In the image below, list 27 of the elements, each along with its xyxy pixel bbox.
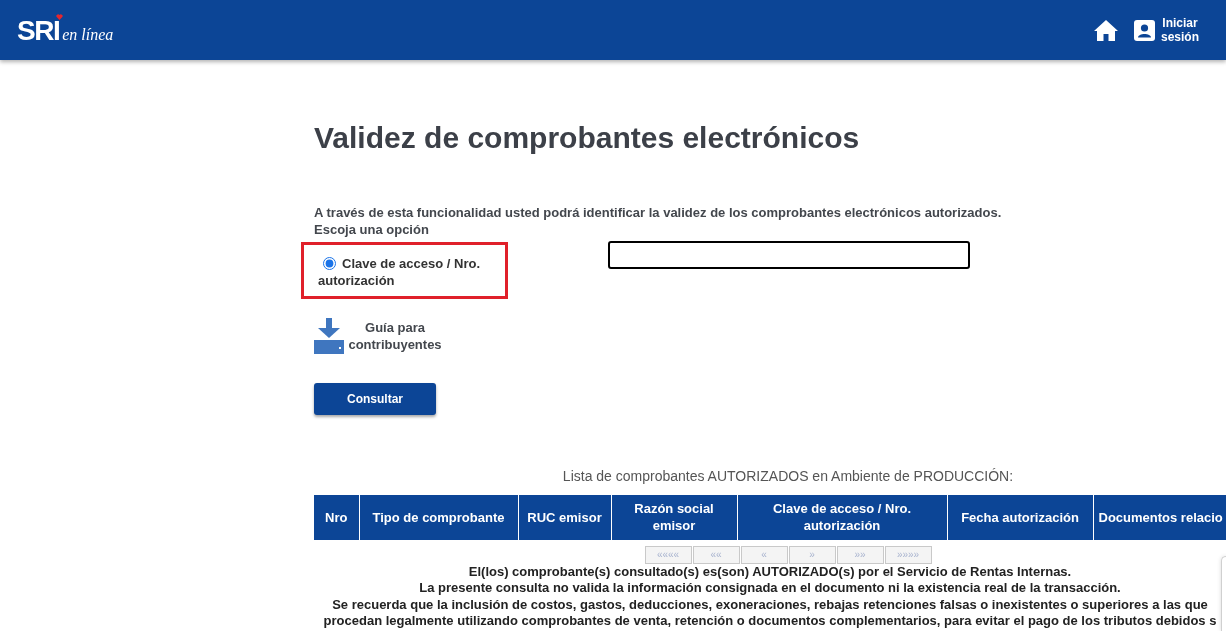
radio-option[interactable]: Clave de acceso / Nro. autorización (318, 255, 488, 289)
column-header: RUC emisor (518, 494, 611, 540)
submit-button[interactable]: Consultar (314, 382, 436, 415)
guide-link[interactable]: Guía para contribuyentes (314, 317, 444, 354)
heart-icon (56, 14, 63, 20)
prompt-text: Escoja una opción (314, 221, 429, 238)
column-header: Nro (314, 494, 359, 540)
download-icon (314, 317, 344, 354)
radio-button[interactable] (323, 257, 336, 270)
table-caption: Lista de comprobantes AUTORIZADOS en Ambiente de PRODUCCIÓN: (562, 467, 1014, 484)
page-title: Validez de comprobantes electrónicos (314, 120, 860, 156)
intro-text: A través de esta funcionalidad usted podrá identificar la validez de los comprobantes electrónicos autorizados. (314, 204, 1002, 221)
logo-tagline: en línea (62, 27, 114, 43)
home-icon[interactable] (1094, 19, 1118, 41)
notice-text: procedan legalmente utilizando comprobantes de venta, retención o documentos complementarios, para evitar el pago de los tributos debidos s (323, 613, 1217, 628)
column-header: Clave de acceso / Nro. autorización (737, 494, 947, 540)
notice-text: La presente consulta no valida la información consignada en el documento ni la existencia real de la transacción. (419, 580, 1121, 595)
logo-text: SRI (17, 18, 60, 44)
column-header: Razón social emisor (611, 494, 737, 540)
column-header: Tipo de comprobante (359, 494, 518, 540)
column-header: Documentos relacio (1093, 494, 1226, 540)
notice-text: Se recuerda que la inclusión de costos, gastos, deducciones, exoneraciones, rebajas retenciones falsas o inexistentes o superiores a las que (332, 596, 1208, 612)
column-header: Fecha autorización (947, 494, 1093, 540)
access-key-field[interactable] (608, 240, 970, 269)
user-icon (1134, 19, 1155, 41)
login-link[interactable]: Iniciar sesión (1134, 16, 1200, 44)
notice-text: El(los) comprobante(s) consultado(s) es(son) AUTORIZADO(s) por el Servicio de Rentas Internas. (468, 563, 1072, 579)
